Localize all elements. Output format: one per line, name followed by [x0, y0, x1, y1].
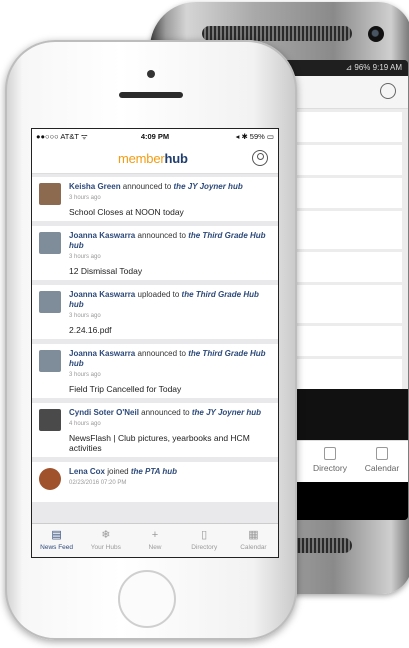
- avatar: [39, 409, 61, 431]
- earpiece: [119, 92, 183, 98]
- iphone: ●●○○○ AT&T ᯤ 4:09 PM ◂ ✱ 59% ▭ memberhub…: [5, 40, 297, 640]
- feed-item[interactable]: Cyndi Soter O'Neil announced to the JY J…: [32, 403, 278, 457]
- feed-item[interactable]: Joanna Kaswarra announced to the Third G…: [32, 344, 278, 398]
- front-camera: [147, 70, 155, 78]
- tab-new[interactable]: + New: [130, 524, 179, 557]
- battery-status: ◂ ✱ 59% ▭: [235, 132, 274, 141]
- news-feed: Keisha Green announced to the JY Joyner …: [32, 174, 278, 502]
- avatar: [39, 468, 61, 490]
- tab-news-feed[interactable]: ▤ News Feed: [32, 524, 81, 557]
- feed-item[interactable]: Lena Cox joined the PTA hub 02/23/2016 0…: [32, 462, 278, 502]
- plus-icon: +: [151, 529, 159, 541]
- top-speaker-grille: [202, 26, 352, 41]
- iphone-screen: ●●○○○ AT&T ᯤ 4:09 PM ◂ ✱ 59% ▭ memberhub…: [31, 128, 279, 558]
- feed-item[interactable]: Joanna Kaswarra announced to the Third G…: [32, 226, 278, 280]
- calendar-icon: [376, 447, 388, 460]
- profile-icon[interactable]: [252, 150, 268, 166]
- directory-icon: [324, 447, 336, 460]
- avatar: [39, 291, 61, 313]
- news-feed-icon: ▤: [51, 529, 62, 541]
- memberhub-logo: memberhub: [118, 151, 188, 166]
- home-button[interactable]: [118, 570, 176, 628]
- app-header: memberhub: [32, 145, 278, 174]
- tab-directory[interactable]: Directory: [304, 441, 356, 483]
- profile-icon[interactable]: [380, 83, 396, 99]
- hubs-icon: ❄: [101, 529, 111, 541]
- avatar: [39, 350, 61, 372]
- tab-your-hubs[interactable]: ❄ Your Hubs: [81, 524, 130, 557]
- tab-calendar[interactable]: Calendar: [356, 441, 408, 483]
- directory-icon: ▯: [201, 529, 208, 541]
- feed-item[interactable]: Keisha Green announced to the JY Joyner …: [32, 177, 278, 221]
- feed-item[interactable]: Joanna Kaswarra uploaded to the Third Gr…: [32, 285, 278, 339]
- front-camera: [368, 26, 384, 42]
- avatar: [39, 183, 61, 205]
- tab-calendar[interactable]: ▦ Calendar: [229, 524, 278, 557]
- tab-directory[interactable]: ▯ Directory: [180, 524, 229, 557]
- tab-bar: ▤ News Feed ❄ Your Hubs + New ▯ Directory ▦ C…: [32, 523, 278, 557]
- avatar: [39, 232, 61, 254]
- calendar-icon: ▦: [248, 529, 259, 541]
- status-bar: ●●○○○ AT&T ᯤ 4:09 PM ◂ ✱ 59% ▭: [32, 129, 278, 145]
